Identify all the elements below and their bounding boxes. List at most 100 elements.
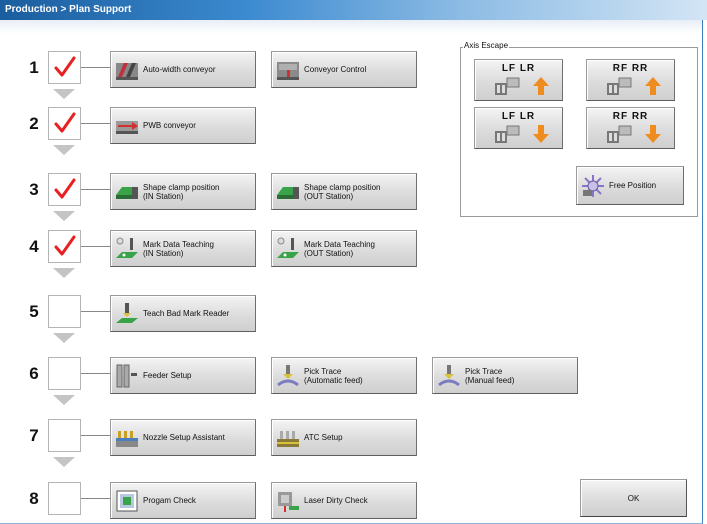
- step-action-button[interactable]: Conveyor Control: [271, 51, 417, 88]
- feeder-icon: [114, 363, 140, 389]
- step-action-label: Teach Bad Mark Reader: [143, 309, 230, 318]
- step-checkbox[interactable]: [48, 51, 81, 84]
- step-checkbox[interactable]: [48, 419, 81, 452]
- step-checkbox[interactable]: [48, 107, 81, 140]
- pick-trace-icon: [436, 363, 462, 389]
- checkmark-icon: [53, 234, 77, 263]
- window-title: Production > Plan Support: [0, 0, 707, 20]
- axis-escape-label: RF RR: [612, 63, 649, 74]
- step-checkbox[interactable]: [48, 357, 81, 390]
- step-action-button[interactable]: Progam Check: [110, 482, 256, 519]
- step-number: 8: [29, 489, 39, 508]
- arrow-up-icon: [533, 77, 549, 100]
- step-number: 5: [29, 302, 39, 321]
- checkmark-icon: [53, 177, 77, 206]
- conveyor-control-icon: [275, 57, 301, 83]
- axis-escape-right-down-button[interactable]: RF RR: [586, 107, 675, 149]
- head-icon: [605, 123, 635, 150]
- free-position-icon: [580, 173, 606, 199]
- step-checkbox[interactable]: [48, 173, 81, 206]
- step-arrow-icon: [53, 89, 75, 99]
- free-position-button[interactable]: Free Position: [576, 166, 684, 205]
- step-number: 2: [29, 114, 39, 133]
- step-action-label: Pick Trace (Automatic feed): [304, 366, 363, 385]
- step-connector: [81, 435, 110, 436]
- free-position-label: Free Position: [609, 181, 657, 190]
- shape-clamp-icon: [275, 179, 301, 205]
- axis-escape-left-up-button[interactable]: LF LR: [474, 59, 563, 101]
- step-action-button[interactable]: Pick Trace (Automatic feed): [271, 357, 417, 394]
- atc-icon: [275, 425, 301, 451]
- step-action-label: PWB conveyor: [143, 121, 196, 130]
- step-action-button[interactable]: Feeder Setup: [110, 357, 256, 394]
- arrow-down-icon: [645, 125, 661, 148]
- step-action-label: Shape clamp position (IN Station): [143, 182, 220, 201]
- step-action-label: ATC Setup: [304, 433, 343, 442]
- step-arrow-icon: [53, 457, 75, 467]
- step-action-button[interactable]: Mark Data Teaching (IN Station): [110, 230, 256, 267]
- step-action-button[interactable]: Teach Bad Mark Reader: [110, 295, 256, 332]
- axis-escape-right-up-button[interactable]: RF RR: [586, 59, 675, 101]
- step-action-label: Pick Trace (Manual feed): [465, 366, 515, 385]
- head-icon: [605, 75, 635, 102]
- conveyor-width-icon: [114, 57, 140, 83]
- step-action-label: Auto-width conveyor: [143, 65, 216, 74]
- step-action-label: Mark Data Teaching (OUT Station): [304, 239, 375, 258]
- program-check-icon: [114, 488, 140, 514]
- checkmark-icon: [53, 55, 77, 84]
- step-action-label: Feeder Setup: [143, 371, 192, 380]
- step-connector: [81, 123, 110, 124]
- bad-mark-reader-icon: [114, 301, 140, 327]
- axis-escape-label: LF LR: [501, 111, 536, 122]
- step-action-button[interactable]: Mark Data Teaching (OUT Station): [271, 230, 417, 267]
- step-checkbox[interactable]: [48, 230, 81, 263]
- step-connector: [81, 373, 110, 374]
- axis-escape-left-down-button[interactable]: LF LR: [474, 107, 563, 149]
- step-checkbox[interactable]: [48, 295, 81, 328]
- nozzle-icon: [114, 425, 140, 451]
- step-action-label: Progam Check: [143, 496, 196, 505]
- step-arrow-icon: [53, 268, 75, 278]
- step-number: 4: [29, 237, 39, 256]
- mark-teaching-icon: [114, 236, 140, 262]
- step-arrow-icon: [53, 395, 75, 405]
- axis-escape-legend: Axis Escape: [463, 41, 510, 51]
- step-action-button[interactable]: ATC Setup: [271, 419, 417, 456]
- step-checkbox[interactable]: [48, 482, 81, 515]
- pick-trace-icon: [275, 363, 301, 389]
- step-number: 3: [29, 180, 39, 199]
- arrow-down-icon: [533, 125, 549, 148]
- step-arrow-icon: [53, 145, 75, 155]
- head-icon: [493, 123, 523, 150]
- step-connector: [81, 246, 110, 247]
- head-icon: [493, 75, 523, 102]
- step-action-button[interactable]: Laser Dirty Check: [271, 482, 417, 519]
- step-action-button[interactable]: Auto-width conveyor: [110, 51, 256, 88]
- mark-teaching-icon: [275, 236, 301, 262]
- step-arrow-icon: [53, 333, 75, 343]
- step-action-button[interactable]: Shape clamp position (OUT Station): [271, 173, 417, 210]
- step-action-button[interactable]: Shape clamp position (IN Station): [110, 173, 256, 210]
- shape-clamp-icon: [114, 179, 140, 205]
- arrow-up-icon: [645, 77, 661, 100]
- step-action-label: Nozzle Setup Assistant: [143, 433, 225, 442]
- pwb-conveyor-icon: [114, 113, 140, 139]
- step-action-label: Laser Dirty Check: [304, 496, 368, 505]
- step-action-label: Conveyor Control: [304, 65, 367, 74]
- axis-escape-label: LF LR: [501, 63, 536, 74]
- step-action-button[interactable]: Pick Trace (Manual feed): [432, 357, 578, 394]
- step-connector: [81, 498, 110, 499]
- checkmark-icon: [53, 111, 77, 140]
- step-action-button[interactable]: PWB conveyor: [110, 107, 256, 144]
- axis-escape-label: RF RR: [612, 111, 649, 122]
- step-arrow-icon: [53, 211, 75, 221]
- ok-button[interactable]: OK: [580, 479, 687, 517]
- step-action-button[interactable]: Nozzle Setup Assistant: [110, 419, 256, 456]
- step-connector: [81, 189, 110, 190]
- step-number: 7: [29, 426, 39, 445]
- step-action-label: Mark Data Teaching (IN Station): [143, 239, 214, 258]
- step-connector: [81, 67, 110, 68]
- step-number: 1: [29, 58, 39, 77]
- step-number: 6: [29, 364, 39, 383]
- laser-check-icon: [275, 488, 301, 514]
